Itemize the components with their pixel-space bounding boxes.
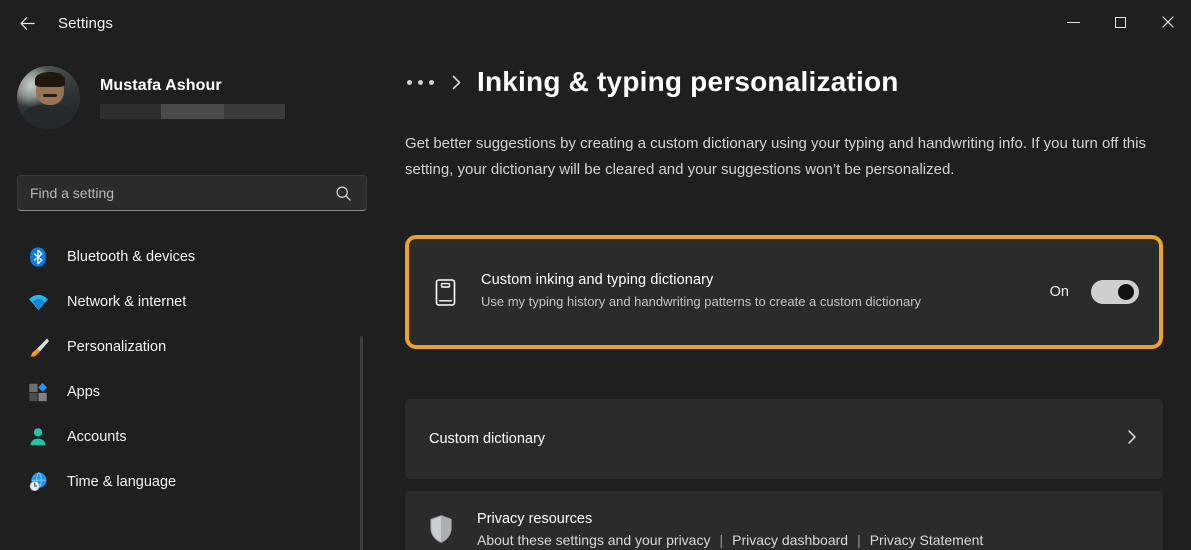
maximize-icon	[1115, 16, 1126, 28]
back-button[interactable]	[10, 8, 44, 38]
privacy-link-statement[interactable]: Privacy Statement	[870, 532, 984, 548]
sidebar-item-label: Network & internet	[67, 294, 187, 310]
paintbrush-icon	[26, 335, 50, 359]
sidebar-scrollbar[interactable]	[360, 336, 363, 550]
wifi-icon	[26, 290, 50, 314]
privacy-resources-card: Privacy resources About these settings a…	[405, 491, 1163, 550]
profile-email-redacted	[100, 103, 285, 119]
toggle-group: On	[1050, 280, 1139, 304]
title-bar: Settings	[0, 0, 1191, 46]
avatar-hair-shape	[34, 72, 66, 88]
maximize-button[interactable]	[1097, 0, 1144, 44]
sidebar-item-personalization[interactable]: Personalization	[12, 327, 356, 367]
custom-dictionary-setting-card[interactable]: Custom inking and typing dictionary Use …	[405, 235, 1163, 349]
sidebar-item-label: Accounts	[67, 429, 127, 445]
link-separator: |	[857, 531, 861, 548]
apps-icon	[26, 380, 50, 404]
minimize-icon	[1067, 21, 1080, 23]
settings-window: Settings Mustafa Ashour Find a setting B…	[0, 0, 1191, 550]
privacy-text: Privacy resources About these settings a…	[477, 511, 1143, 548]
sidebar-item-bluetooth-devices[interactable]: Bluetooth & devices	[12, 237, 356, 277]
custom-dictionary-nav-card[interactable]: Custom dictionary	[405, 399, 1163, 479]
avatar-body-shape	[23, 105, 77, 129]
page-description: Get better suggestions by creating a cus…	[405, 135, 1146, 178]
redaction-block	[224, 103, 285, 119]
privacy-link-about[interactable]: About these settings and your privacy	[477, 532, 710, 548]
link-separator: |	[719, 531, 724, 548]
person-icon	[26, 425, 50, 449]
setting-title: Custom inking and typing dictionary	[481, 272, 714, 288]
breadcrumb-overflow-button[interactable]	[405, 74, 436, 91]
bluetooth-icon	[26, 245, 50, 269]
sidebar-item-label: Personalization	[67, 339, 167, 355]
page-title: Inking & typing personalization	[477, 66, 899, 97]
sidebar-item-label: Bluetooth & devices	[67, 249, 196, 265]
search-input[interactable]	[18, 185, 335, 201]
shield-icon	[425, 514, 457, 544]
toggle-knob	[1118, 284, 1134, 300]
sidebar-item-network-internet[interactable]: Network & internet	[12, 282, 356, 322]
sidebar-nav: Bluetooth & devices Network & internet P…	[0, 232, 368, 507]
search-box[interactable]	[17, 175, 367, 211]
profile-text: Mustafa Ashour	[100, 77, 285, 119]
row-label: Custom dictionary	[429, 431, 546, 447]
redaction-block	[100, 103, 161, 119]
ellipsis-dot-icon	[407, 79, 412, 85]
setting-text: Custom inking and typing dictionary Use …	[481, 272, 1050, 312]
close-button[interactable]	[1144, 0, 1191, 44]
sidebar-item-label: Time & language	[67, 474, 177, 490]
breadcrumb: Inking & typing personalization	[405, 66, 899, 98]
app-title: Settings	[58, 15, 113, 32]
main-content: Inking & typing personalization Get bett…	[368, 46, 1191, 550]
custom-dictionary-link[interactable]: Custom dictionary	[405, 399, 1163, 479]
avatar[interactable]	[17, 66, 80, 129]
avatar-moustache-shape	[42, 93, 57, 98]
clock-globe-icon	[26, 470, 50, 494]
privacy-title: Privacy resources	[477, 510, 593, 527]
chevron-right-icon	[1125, 428, 1139, 451]
chevron-right-icon	[450, 74, 463, 91]
sidebar-item-label: Apps	[67, 384, 101, 400]
close-icon	[1161, 16, 1174, 28]
toggle-state-label: On	[1049, 284, 1069, 300]
sidebar-item-apps[interactable]: Apps	[12, 372, 356, 412]
minimize-button[interactable]	[1050, 0, 1097, 44]
setting-subtitle: Use my typing history and handwriting pa…	[481, 294, 922, 309]
profile-name: Mustafa Ashour	[100, 76, 222, 94]
profile-section[interactable]: Mustafa Ashour	[17, 66, 285, 129]
search-icon	[335, 185, 352, 202]
arrow-left-icon	[19, 16, 35, 30]
sidebar-item-accounts[interactable]: Accounts	[12, 417, 356, 457]
sidebar: Mustafa Ashour Find a setting Bluetooth …	[0, 46, 368, 550]
ellipsis-dot-icon	[418, 79, 423, 85]
window-controls	[1050, 0, 1191, 44]
privacy-link-dashboard[interactable]: Privacy dashboard	[732, 532, 848, 548]
sidebar-item-time-language[interactable]: Time & language	[12, 462, 356, 502]
redaction-block	[161, 103, 224, 119]
privacy-links: About these settings and your privacy | …	[477, 532, 1143, 548]
dictionary-book-icon	[429, 278, 461, 307]
ellipsis-dot-icon	[429, 79, 434, 85]
custom-dictionary-toggle[interactable]	[1091, 280, 1139, 304]
